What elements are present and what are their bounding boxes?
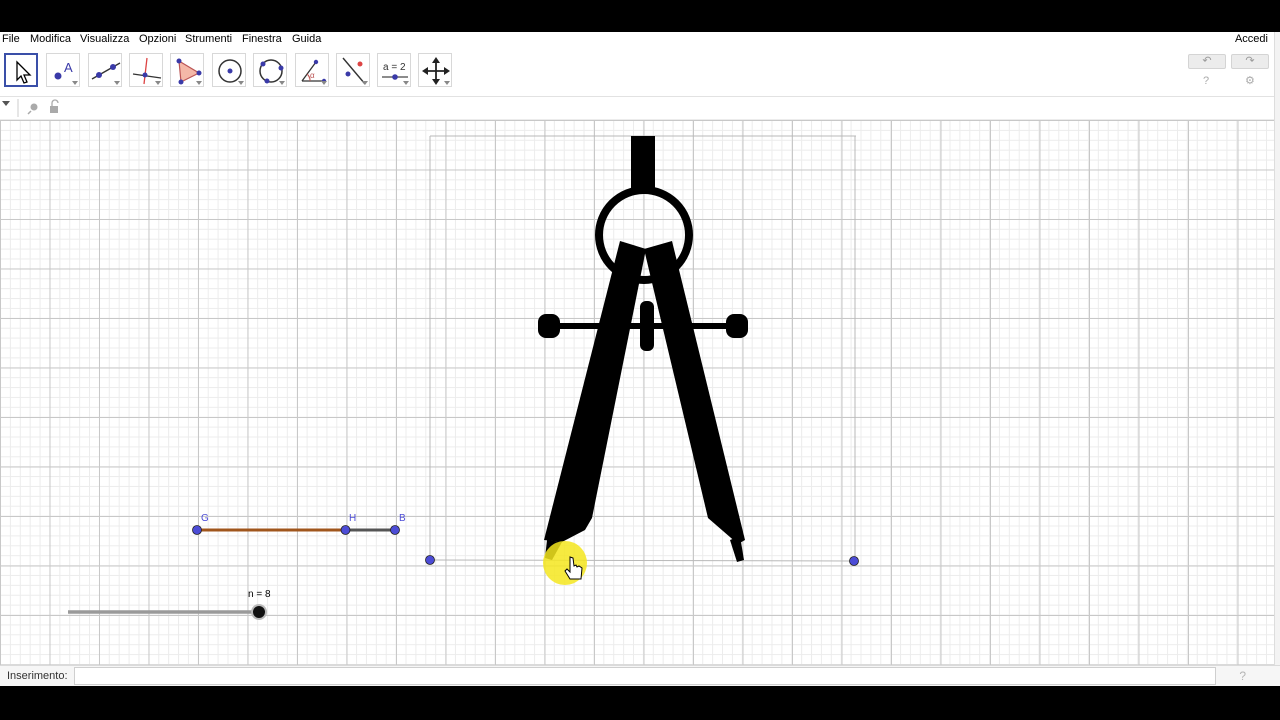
point-b-label: B: [399, 513, 406, 524]
menu-modifica[interactable]: Modifica: [30, 32, 71, 46]
input-bar: Inserimento: ?: [0, 665, 1280, 686]
unlock-icon: [50, 99, 59, 113]
toolbar: A α a = 2 ↶ ↷ ? ⚙: [0, 46, 1280, 97]
gear-icon[interactable]: ⚙: [1245, 74, 1255, 87]
graphics-view[interactable]: G H B n = 8: [0, 120, 1275, 665]
login-link[interactable]: Accedi: [1235, 32, 1268, 46]
move-tool[interactable]: [4, 53, 38, 87]
style-bar: [0, 97, 1280, 120]
undo-button[interactable]: ↶: [1188, 54, 1226, 69]
redo-icon: ↷: [1245, 55, 1255, 67]
menu-bar: File Modifica Visualizza Opzioni Strumen…: [0, 32, 1280, 46]
menu-strumenti[interactable]: Strumenti: [185, 32, 232, 46]
point-h-label: H: [349, 513, 356, 524]
help-icon[interactable]: ?: [1203, 75, 1209, 87]
redo-button[interactable]: ↷: [1231, 54, 1269, 69]
point-g-label: G: [201, 513, 209, 524]
svg-text:A: A: [64, 60, 73, 75]
slider-n-label: n = 8: [248, 589, 271, 600]
reflect-tool[interactable]: [336, 53, 370, 87]
pointer-arrow-icon: [16, 60, 32, 84]
geogebra-window: File Modifica Visualizza Opzioni Strumen…: [0, 32, 1280, 686]
input-field[interactable]: [74, 667, 1216, 685]
undo-icon: ↶: [1202, 55, 1212, 67]
right-panel-edge[interactable]: [1274, 32, 1280, 686]
point-h[interactable]: [340, 525, 351, 535]
perpendicular-line-tool[interactable]: [129, 53, 163, 87]
style-bar-icons: [2, 99, 59, 117]
menu-file[interactable]: File: [2, 32, 20, 46]
polygon-tool[interactable]: [170, 53, 204, 87]
drawing-compass-icon[interactable]: [538, 136, 748, 562]
svg-text:α: α: [310, 71, 315, 80]
circle-center-point-tool[interactable]: [212, 53, 246, 87]
menu-guida[interactable]: Guida: [292, 32, 321, 46]
input-help-icon[interactable]: ?: [1239, 669, 1246, 683]
menu-visualizza[interactable]: Visualizza: [80, 32, 129, 46]
image-corner-point-2[interactable]: [849, 556, 859, 566]
point-g[interactable]: [192, 525, 202, 535]
input-bar-label: Inserimento:: [7, 670, 68, 682]
move-graphics-view-tool[interactable]: [418, 53, 452, 87]
menu-opzioni[interactable]: Opzioni: [139, 32, 176, 46]
menu-finestra[interactable]: Finestra: [242, 32, 282, 46]
point-tool[interactable]: A: [46, 53, 80, 87]
slider-n-handle[interactable]: [251, 604, 267, 620]
circle-three-points-tool[interactable]: [253, 53, 287, 87]
image-corner-point-1[interactable]: [425, 555, 435, 565]
line-tool[interactable]: [88, 53, 122, 87]
angle-tool[interactable]: α: [295, 53, 329, 87]
slider-tool[interactable]: a = 2: [377, 53, 411, 87]
pin-icon: [27, 103, 38, 115]
point-b[interactable]: [390, 525, 400, 535]
triangle-down-icon: [2, 101, 10, 106]
slider-tool-label: a = 2: [383, 62, 406, 73]
graphics-canvas[interactable]: G H B n = 8: [0, 120, 1275, 665]
